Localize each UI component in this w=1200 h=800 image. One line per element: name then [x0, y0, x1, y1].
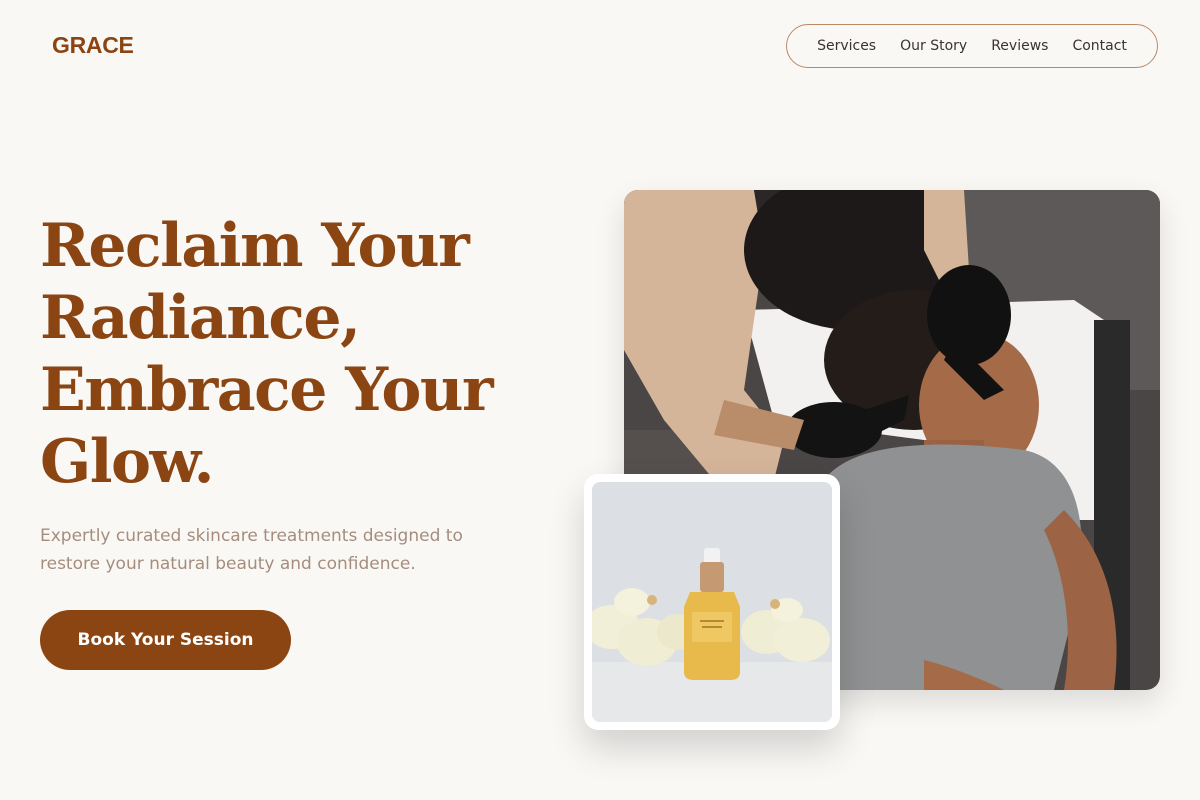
headline-line-1: Reclaim Your: [40, 211, 470, 281]
nav-link-our-story[interactable]: Our Story: [900, 38, 967, 54]
brand-logo[interactable]: GRACE: [52, 32, 134, 59]
headline-line-2: Radiance,: [40, 283, 361, 353]
headline-line-4: Glow.: [40, 427, 215, 497]
nav-link-contact[interactable]: Contact: [1072, 38, 1126, 54]
main-nav: Services Our Story Reviews Contact: [786, 24, 1158, 68]
hero-subtext: Expertly curated skincare treatments des…: [40, 526, 463, 574]
nav-link-services[interactable]: Services: [817, 38, 876, 54]
book-session-button[interactable]: Book Your Session: [40, 610, 291, 670]
headline-line-3: Embrace Your: [40, 355, 494, 425]
hero-headline: Reclaim Your Radiance, Embrace Your Glow…: [40, 210, 560, 498]
landing-page: GRACE Services Our Story Reviews Contact…: [0, 0, 1200, 800]
product-photo-card: [584, 474, 840, 730]
serum-bottle-photo: [592, 482, 832, 722]
nav-link-reviews[interactable]: Reviews: [991, 38, 1048, 54]
